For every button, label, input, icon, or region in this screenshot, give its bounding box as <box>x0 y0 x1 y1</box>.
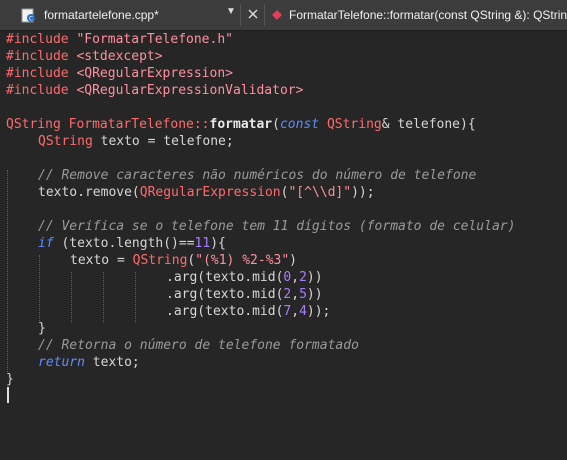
code-line: QString FormatarTelefone::formatar(const… <box>6 117 476 132</box>
function-symbol-icon <box>272 10 282 20</box>
tab-divider <box>264 4 265 26</box>
code-line: // Retorna o número de telefone formatad… <box>38 338 359 353</box>
svg-text:C: C <box>29 16 33 23</box>
code-line: .arg(texto.mid(7,4)); <box>166 304 331 319</box>
code-line: .arg(texto.mid(2,5)) <box>166 287 323 302</box>
tab-dropdown-icon[interactable]: ▼ <box>226 6 236 17</box>
code-line: #include "FormatarTelefone.h" <box>6 32 233 47</box>
code-line: texto = QString("(%1) %2-%3") <box>70 253 297 268</box>
indent-guide <box>39 255 40 323</box>
editor-tab-bar: C formatartelefone.cpp* ▼ FormatarTelefo… <box>0 0 567 31</box>
file-tab-title[interactable]: formatartelefone.cpp* <box>44 8 159 22</box>
indent-guide <box>103 272 104 323</box>
indent-guide <box>71 272 72 323</box>
code-line: #include <stdexcept> <box>6 49 163 64</box>
text-cursor <box>7 387 9 403</box>
code-editor[interactable]: #include "FormatarTelefone.h" #include <… <box>0 31 567 460</box>
close-icon[interactable] <box>247 8 259 20</box>
tab-divider <box>240 4 241 26</box>
code-line: // Remove caracteres não numéricos do nú… <box>38 168 477 183</box>
code-line: texto.remove(QRegularExpression("[^\\d]"… <box>38 185 375 200</box>
code-line: QString texto = telefone; <box>38 134 234 149</box>
code-line: .arg(texto.mid(0,2)) <box>166 270 323 285</box>
indent-guide <box>135 272 136 323</box>
code-line: } <box>38 321 46 336</box>
code-line: return texto; <box>38 355 140 370</box>
cpp-file-icon: C <box>21 8 35 23</box>
indent-guide <box>7 170 8 374</box>
code-line: // Verifica se o telefone tem 11 dígitos… <box>38 219 516 234</box>
code-line: } <box>6 372 14 387</box>
code-line: #include <QRegularExpression> <box>6 66 233 81</box>
code-line: if (texto.length()==11){ <box>38 236 226 251</box>
code-line: #include <QRegularExpressionValidator> <box>6 83 304 98</box>
symbol-dropdown[interactable]: FormatarTelefone::formatar(const QString… <box>289 8 567 22</box>
